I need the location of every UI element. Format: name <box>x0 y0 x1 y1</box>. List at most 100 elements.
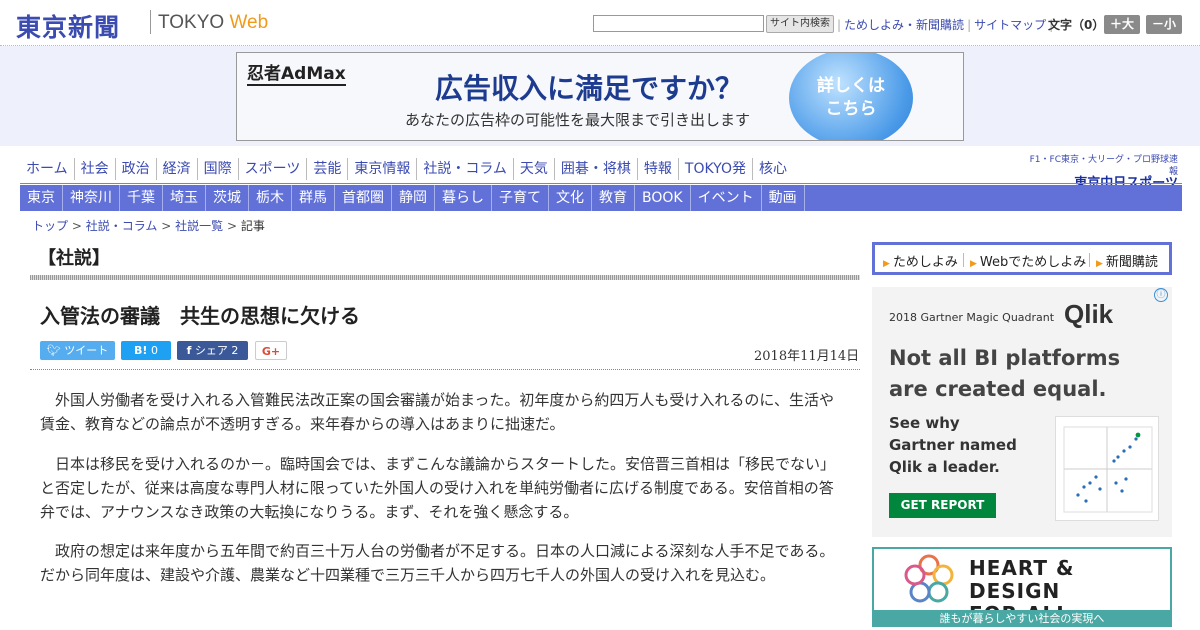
nav-item-home[interactable]: ホーム <box>20 158 75 180</box>
nav-item-weather[interactable]: 天気 <box>514 158 555 180</box>
link-divider: | <box>837 18 842 32</box>
breadcrumb-editorial-list[interactable]: 社説一覧 <box>175 219 223 233</box>
nav-culture[interactable]: 文化 <box>549 185 592 211</box>
ad-headline: 広告収入に満足ですか？ <box>435 72 744 105</box>
ad-cta-line-2: こちら <box>825 99 877 119</box>
font-size-down-button[interactable]: －小 <box>1146 15 1182 34</box>
qlik-display-ad[interactable]: ⓘ 2018 Gartner Magic Quadrant Qlik Not a… <box>872 287 1172 537</box>
article-divider <box>30 369 860 370</box>
link-divider <box>963 253 964 267</box>
qlik-body-line-2: Gartner named <box>889 436 1017 454</box>
sports-link-caption: F1・FC東京・大リーグ・プロ野球速報 <box>1029 155 1178 177</box>
nav-region-shizuoka[interactable]: 静岡 <box>392 185 435 211</box>
nav-item-economy[interactable]: 経済 <box>157 158 198 180</box>
qlik-ad-headline: Not all BI platforms are created equal. <box>889 343 1159 405</box>
breadcrumb-separator: > <box>226 219 237 233</box>
nav-video[interactable]: 動画 <box>762 185 805 211</box>
section-title: 【社説】 <box>38 248 110 269</box>
hatena-bookmark-button[interactable]: B! 0 <box>121 341 171 360</box>
nav-living[interactable]: 暮らし <box>435 185 492 211</box>
qlik-logo: Qlik <box>1064 299 1113 330</box>
sitemap-link[interactable]: サイトマップ <box>974 18 1046 32</box>
subscribe-links-box: ▶ ためしよみ ▶ Webでためしよみ ▶ 新聞購読 <box>872 242 1172 275</box>
google-plus-button[interactable]: G+ <box>255 341 287 360</box>
nav-region-chiba[interactable]: 千葉 <box>120 185 163 211</box>
nav-item-politics[interactable]: 政治 <box>116 158 157 180</box>
font-size-up-button[interactable]: ＋大 <box>1104 15 1140 34</box>
web-trial-read-link[interactable]: ▶ Webでためしよみ <box>970 251 1086 270</box>
nav-region-tochigi[interactable]: 栃木 <box>249 185 292 211</box>
nav-item-go-shogi[interactable]: 囲碁・将棋 <box>555 158 638 180</box>
subscribe-label: 新聞購読 <box>1105 255 1158 270</box>
breadcrumb: トップ > 社説・コラム > 社説一覧 > 記事 <box>32 217 265 234</box>
nav-region-ibaraki[interactable]: 茨城 <box>206 185 249 211</box>
qlik-headline-line-2: are created equal. <box>889 377 1107 401</box>
nav-book[interactable]: BOOK <box>635 185 691 211</box>
facebook-icon: f <box>186 344 192 357</box>
nav-item-tokyo-hatsu[interactable]: TOKYO発 <box>679 158 753 180</box>
link-divider <box>1089 253 1090 267</box>
section-divider <box>30 275 860 280</box>
nav-item-society[interactable]: 社会 <box>75 158 116 180</box>
tweet-button[interactable]: 🐦︎ ツイート <box>40 341 115 360</box>
arrow-right-icon: ▶ <box>883 259 890 269</box>
nav-parenting[interactable]: 子育て <box>492 185 549 211</box>
breadcrumb-current: 記事 <box>240 219 265 233</box>
article-date: 2018年11月14日 <box>754 349 860 364</box>
get-report-button[interactable]: GET REPORT <box>889 493 996 518</box>
heart-design-ad[interactable]: HEART & DESIGN FOR ALL 誰もが暮らしやすい社会の実現へ <box>872 547 1172 627</box>
article-paragraph: 外国人労働者を受け入れる入管難民法改正案の国会審議が始まった。初年度から約四万人… <box>40 391 834 433</box>
link-divider: | <box>967 18 972 32</box>
nav-item-entertainment[interactable]: 芸能 <box>307 158 349 180</box>
trial-read-label: ためしよみ <box>892 255 958 270</box>
nav-item-tokyo-info[interactable]: 東京情報 <box>348 158 418 180</box>
font-size-label: 文字（0） <box>1048 18 1105 32</box>
qlik-headline-line-1: Not all BI platforms <box>889 346 1121 370</box>
article-paragraph: 日本は移民を受け入れるのか－。臨時国会では、まずこんな議論からスタートした。安倍… <box>40 455 836 521</box>
qlik-logo-text: Qlik <box>1064 299 1114 329</box>
trial-read-link[interactable]: ▶ ためしよみ <box>883 251 958 270</box>
ad-cta-line-1: 詳しくは <box>817 76 885 96</box>
facebook-share-count: 2 <box>231 344 239 357</box>
ad-subtext: あなたの広告枠の可能性を最大限まで引き出します <box>405 111 751 129</box>
ad-info-icon[interactable]: ⓘ <box>1154 288 1168 302</box>
nav-item-sports[interactable]: スポーツ <box>239 158 308 180</box>
breadcrumb-editorial[interactable]: 社説・コラム <box>86 219 158 233</box>
breadcrumb-separator: > <box>71 219 82 233</box>
nav-item-core[interactable]: 核心 <box>753 158 793 180</box>
nav-region-tokyo[interactable]: 東京 <box>20 185 63 211</box>
hatena-icon: B! <box>134 344 148 357</box>
qlik-ad-eyebrow: 2018 Gartner Magic Quadrant <box>889 311 1055 324</box>
flower-logo-icon <box>904 554 954 603</box>
nav-region-gunma[interactable]: 群馬 <box>292 185 335 211</box>
nav-region-saitama[interactable]: 埼玉 <box>163 185 206 211</box>
hatena-count: 0 <box>150 344 158 357</box>
admax-banner-ad[interactable]: 忍者AdMax 広告収入に満足ですか？ あなたの広告枠の可能性を最大限まで引き出… <box>236 52 964 141</box>
trial-subscribe-link[interactable]: ためしよみ・新聞購読 <box>844 18 964 32</box>
nav-item-editorial[interactable]: 社説・コラム <box>417 158 514 180</box>
primary-nav: ホーム 社会 政治 経済 国際 スポーツ 芸能 東京情報 社説・コラム 天気 囲碁・将棋 特報 TOKY… <box>20 158 840 183</box>
nav-region-kanagawa[interactable]: 神奈川 <box>63 185 120 211</box>
tweet-label: ツイート <box>64 344 109 357</box>
twitter-bird-icon: 🐦︎ <box>46 344 61 357</box>
nav-item-world[interactable]: 国際 <box>198 158 239 180</box>
site-logo[interactable]: 東京新聞 <box>16 8 120 44</box>
arrow-right-icon: ▶ <box>970 259 977 269</box>
breadcrumb-top[interactable]: トップ <box>32 219 68 233</box>
nav-education[interactable]: 教育 <box>592 185 635 211</box>
nav-region-metro[interactable]: 首都圏 <box>335 185 392 211</box>
subscribe-link[interactable]: ▶ 新聞購読 <box>1096 251 1158 270</box>
header-links: | ためしよみ・新聞購読 | サイトマップ | <box>834 16 1056 33</box>
qlik-ad-body: See why Gartner named Qlik a leader. <box>889 412 1039 478</box>
qlik-body-line-3: Qlik a leader. <box>889 458 1000 476</box>
nav-item-special[interactable]: 特報 <box>638 158 679 180</box>
facebook-share-button[interactable]: f シェア 2 <box>177 341 248 360</box>
nav-event[interactable]: イベント <box>691 185 762 211</box>
tokyo-web-logo[interactable]: TOKYO Web <box>158 12 268 34</box>
ad-brand-logo: 忍者AdMax <box>247 59 346 86</box>
site-search-button[interactable]: サイト内検索 <box>766 15 834 33</box>
ad-cta-bubble[interactable]: 詳しくは こちら <box>789 53 913 140</box>
site-header: 東京新聞 TOKYO Web サイト内検索 | ためしよみ・新聞購読 | サイトマップ… <box>0 0 1200 46</box>
site-search-input[interactable] <box>593 15 764 32</box>
nav-divider <box>20 183 1182 184</box>
